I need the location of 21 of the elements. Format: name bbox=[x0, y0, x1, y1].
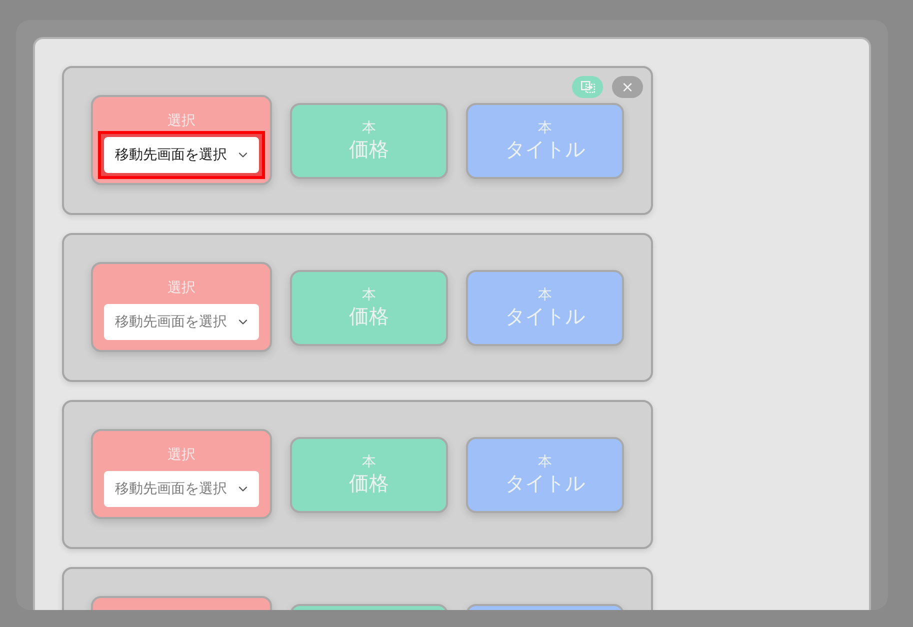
dropdown[interactable]: 移動先画面を選択 bbox=[104, 471, 259, 507]
close-button[interactable]: × bbox=[612, 76, 643, 98]
caption-label: 本 bbox=[538, 285, 552, 303]
dropdown[interactable]: 移動先画面を選択 bbox=[104, 304, 259, 340]
select-label: 選択 bbox=[168, 278, 196, 296]
caption-label: 本 bbox=[538, 118, 552, 136]
select-label: 選択 bbox=[168, 445, 196, 463]
title-label: 価格 bbox=[349, 472, 389, 497]
caption-label: 本 bbox=[362, 285, 376, 303]
title-label: タイトル bbox=[505, 472, 585, 497]
title-label: 価格 bbox=[349, 305, 389, 330]
copy-button[interactable] bbox=[572, 76, 603, 98]
title-label: 価格 bbox=[349, 138, 389, 163]
copy-icon bbox=[580, 81, 594, 93]
caption-label: 本 bbox=[538, 452, 552, 470]
caption-label: 本 bbox=[362, 118, 376, 136]
title-label: タイトル bbox=[505, 305, 585, 330]
title-label: タイトル bbox=[505, 138, 585, 163]
dropdown[interactable]: 移動先画面を選択 bbox=[104, 137, 259, 173]
select-label: 選択 bbox=[168, 111, 196, 129]
caption-label: 本 bbox=[362, 452, 376, 470]
